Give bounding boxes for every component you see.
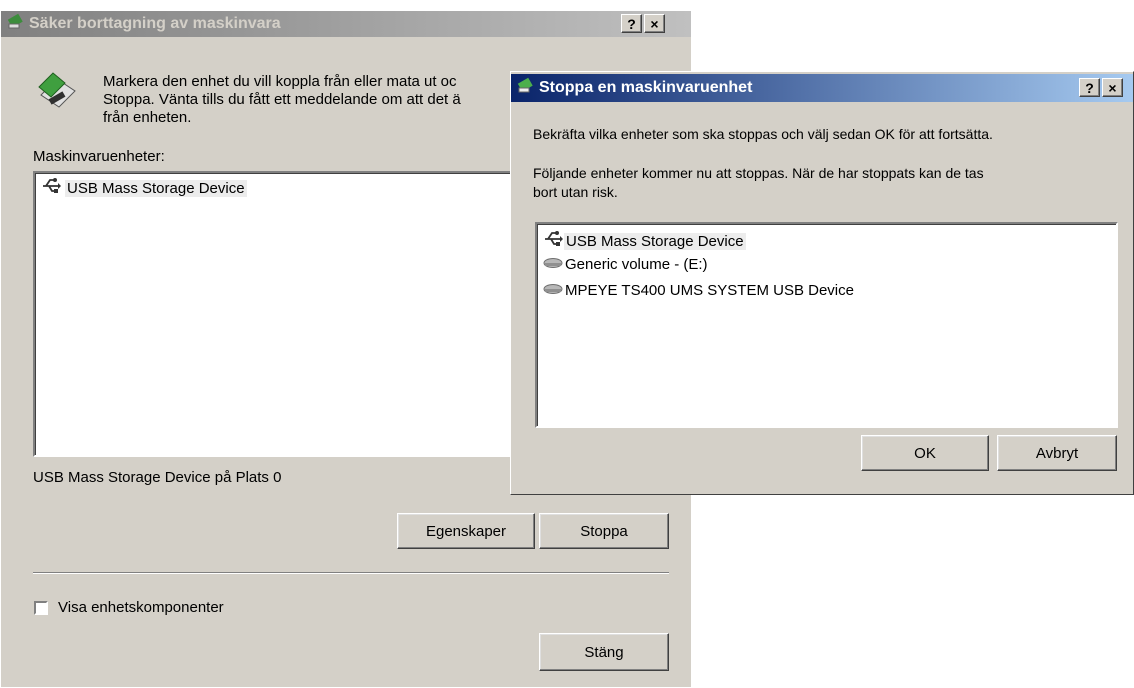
- properties-button[interactable]: Egenskaper: [397, 513, 535, 549]
- title-bar[interactable]: Säker borttagning av maskinvara ? ×: [1, 11, 691, 37]
- ok-button[interactable]: OK: [861, 435, 989, 471]
- list-item[interactable]: USB Mass Storage Device: [543, 230, 746, 252]
- drive-icon: [543, 282, 563, 299]
- hardware-icon: [7, 13, 25, 35]
- separator: [33, 572, 669, 574]
- stop-hardware-dialog: Stoppa en maskinvaruenhet ? × Bekräfta v…: [510, 71, 1134, 495]
- device-list[interactable]: USB Mass Storage Device Generic volume -…: [535, 222, 1118, 428]
- confirm-text: Bekräfta vilka enheter som ska stoppas o…: [533, 126, 993, 142]
- drive-icon: [543, 256, 563, 273]
- dialog-title: Säker borttagning av maskinvara: [29, 15, 281, 32]
- info-line-2: bort utan risk.: [533, 184, 618, 200]
- usb-icon: [543, 230, 563, 252]
- intro-line-1: Markera den enhet du vill koppla från el…: [103, 73, 457, 90]
- dialog-title: Stoppa en maskinvaruenhet: [539, 79, 753, 96]
- close-button[interactable]: ×: [644, 14, 665, 33]
- intro-line-2: Stoppa. Vänta tills du fått ett meddelan…: [103, 91, 461, 108]
- list-item[interactable]: MPEYE TS400 UMS SYSTEM USB Device: [543, 282, 854, 299]
- device-label: Generic volume - (E:): [565, 256, 708, 273]
- list-item[interactable]: Generic volume - (E:): [543, 256, 708, 273]
- close-dialog-button[interactable]: Stäng: [539, 633, 669, 671]
- device-label: USB Mass Storage Device: [65, 179, 247, 197]
- close-button[interactable]: ×: [1102, 78, 1123, 97]
- show-components-checkbox[interactable]: [34, 601, 48, 615]
- hardware-icon: [517, 77, 535, 99]
- usb-icon: [41, 177, 61, 199]
- title-bar[interactable]: Stoppa en maskinvaruenhet ? ×: [511, 74, 1133, 102]
- cancel-button[interactable]: Avbryt: [997, 435, 1117, 471]
- info-line-1: Följande enheter kommer nu att stoppas. …: [533, 165, 984, 181]
- status-text: USB Mass Storage Device på Plats 0: [33, 469, 282, 486]
- device-label: USB Mass Storage Device: [564, 232, 746, 250]
- devices-label: Maskinvaruenheter:: [33, 148, 165, 165]
- list-item[interactable]: USB Mass Storage Device: [41, 177, 247, 199]
- device-list[interactable]: USB Mass Storage Device: [33, 171, 538, 457]
- show-components-label[interactable]: Visa enhetskomponenter: [58, 599, 224, 616]
- help-button[interactable]: ?: [621, 14, 642, 33]
- help-button[interactable]: ?: [1079, 78, 1100, 97]
- stop-button[interactable]: Stoppa: [539, 513, 669, 549]
- intro-line-3: från enheten.: [103, 109, 192, 126]
- device-label: MPEYE TS400 UMS SYSTEM USB Device: [565, 282, 854, 299]
- hardware-large-icon: [35, 69, 81, 115]
